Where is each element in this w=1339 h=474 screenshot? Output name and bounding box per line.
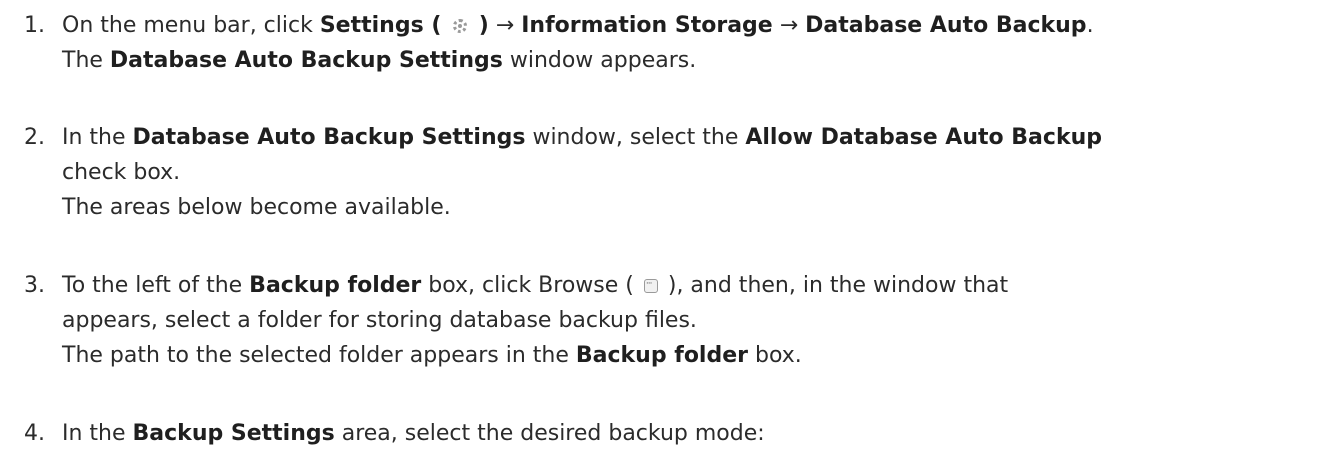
text-run: The path to the selected folder appears … xyxy=(62,343,576,368)
field-name: Backup folder xyxy=(249,273,422,298)
arrow: → xyxy=(772,13,806,38)
step-line: appears, select a folder for storing dat… xyxy=(62,308,697,333)
menu-settings-label: Settings ( xyxy=(319,13,442,38)
step-line: On the menu bar, click Settings ( ) → In… xyxy=(62,8,1329,43)
window-name: Database Auto Backup Settings xyxy=(109,48,503,73)
step-text: On the menu bar, click Settings ( ) → In… xyxy=(62,8,1329,78)
text-run: In the xyxy=(62,421,133,446)
step-line: In the Backup Settings area, select the … xyxy=(62,416,1329,451)
step-number: 3. xyxy=(24,273,45,298)
text-run: On the menu bar, click xyxy=(62,13,320,38)
checkbox-name: Allow Database Auto Backup xyxy=(745,125,1102,150)
paren-close: ) xyxy=(478,13,489,38)
text-run: window appears. xyxy=(502,48,697,73)
text-run: area, select the desired backup mode: xyxy=(334,421,765,446)
step-line: In the Database Auto Backup Settings win… xyxy=(62,120,1329,155)
step-number: 1. xyxy=(24,13,45,38)
step-line: To the left of the Backup folder box, cl… xyxy=(62,267,1329,303)
step-line: check box. xyxy=(62,160,181,185)
step-line: The Database Auto Backup Settings window… xyxy=(62,43,1329,78)
step-text: In the Backup Settings area, select the … xyxy=(62,416,1329,451)
menu-database-auto-backup-label: Database Auto Backup xyxy=(805,13,1087,38)
step-number: 4. xyxy=(24,421,45,446)
text-run: ), and then, in the window that xyxy=(667,273,1009,298)
window-name: Database Auto Backup Settings xyxy=(132,125,526,150)
text-run: To the left of the xyxy=(62,273,250,298)
step-text: In the Database Auto Backup Settings win… xyxy=(62,120,1329,225)
text-run: box. xyxy=(748,343,802,368)
gear-icon xyxy=(453,19,468,33)
step-number: 2. xyxy=(24,125,45,150)
area-name: Backup Settings xyxy=(132,421,335,446)
field-name: Backup folder xyxy=(575,343,748,368)
step-line: The path to the selected folder appears … xyxy=(62,338,1329,373)
text-run: box, click Browse ( xyxy=(421,273,634,298)
text-run: In the xyxy=(62,125,133,150)
arrow: → xyxy=(488,13,522,38)
text-run: The xyxy=(62,48,110,73)
browse-icon xyxy=(643,267,658,302)
text-run: . xyxy=(1086,13,1094,38)
step-line: The areas below become available. xyxy=(62,195,451,220)
menu-information-storage-label: Information Storage xyxy=(521,13,773,38)
step-text: To the left of the Backup folder box, cl… xyxy=(62,267,1329,373)
text-run: window, select the xyxy=(525,125,746,150)
